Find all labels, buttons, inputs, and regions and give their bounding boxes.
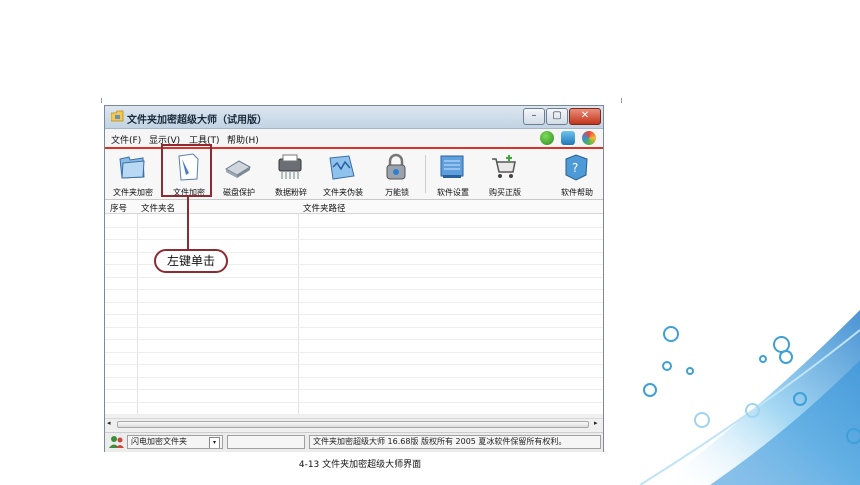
list-row-line xyxy=(105,339,603,340)
menu-file[interactable]: 文件(F) xyxy=(111,133,141,146)
toolbar-label: 文件夹伪装 xyxy=(323,188,363,197)
list-row-line xyxy=(105,326,603,328)
disk-protect-button[interactable]: 磁盘保护 xyxy=(213,149,265,199)
dropdown-value: 闪电加密文件夹 xyxy=(131,437,187,446)
list-row-line xyxy=(105,351,603,353)
software-help-button[interactable]: ? 软件帮助 xyxy=(551,149,603,199)
close-button[interactable]: ✕ xyxy=(569,108,601,125)
users-icon xyxy=(109,436,124,448)
settings-icon xyxy=(440,155,464,178)
menu-help[interactable]: 帮助(H) xyxy=(227,133,259,146)
decorative-bubble xyxy=(745,403,760,418)
phone-icon[interactable] xyxy=(561,131,575,145)
list-row-line xyxy=(105,376,603,378)
colorful-ball-icon[interactable] xyxy=(582,131,596,145)
disk-icon xyxy=(225,160,251,178)
status-bar: 闪电加密文件夹 ▾ 文件夹加密超级大师 16.68版 版权所有 2005 夏冰软… xyxy=(105,432,603,452)
chevron-down-icon[interactable]: ▾ xyxy=(209,437,220,448)
toolbar-label: 购买正版 xyxy=(489,188,521,197)
svg-text:?: ? xyxy=(572,161,578,175)
annotation-connector xyxy=(187,197,189,249)
software-settings-button[interactable]: 软件设置 xyxy=(427,149,479,199)
decorative-bubble xyxy=(686,367,694,375)
buy-genuine-button[interactable]: 购买正版 xyxy=(479,149,531,199)
maximize-button[interactable]: ▢ xyxy=(546,108,568,125)
toolbar-label: 万能锁 xyxy=(385,188,409,197)
list-row-line xyxy=(105,239,603,240)
decorative-bubble xyxy=(694,412,710,428)
decorative-bubble xyxy=(643,383,657,397)
column-header-folder-name[interactable]: 文件夹名 xyxy=(141,202,175,214)
shield-icon[interactable] xyxy=(540,131,554,145)
scroll-left-arrow-icon[interactable]: ◂ xyxy=(107,419,111,427)
encrypt-mode-dropdown[interactable]: 闪电加密文件夹 ▾ xyxy=(127,435,223,449)
folder-disguise-icon xyxy=(329,155,355,180)
list-row-line xyxy=(105,414,603,415)
crop-mark-left xyxy=(101,98,102,103)
decorative-bubble xyxy=(663,326,679,342)
scroll-right-arrow-icon[interactable]: ▸ xyxy=(594,419,598,427)
list-row-line xyxy=(105,389,603,390)
list-row-line xyxy=(105,401,603,403)
column-header-index[interactable]: 序号 xyxy=(110,202,127,214)
help-icon: ? xyxy=(565,154,588,181)
list-row-line xyxy=(105,364,603,365)
folder-icon xyxy=(119,156,145,179)
horizontal-scrollbar[interactable]: ◂ ▸ xyxy=(105,418,603,431)
decorative-bubble xyxy=(846,428,860,444)
toolbar-label: 软件帮助 xyxy=(561,188,593,197)
folder-encrypt-button[interactable]: 文件夹加密 xyxy=(107,149,159,199)
list-row-line xyxy=(105,301,603,303)
title-bar[interactable]: 文件夹加密超级大师（试用版） – ▢ ✕ xyxy=(105,106,603,129)
list-row-line xyxy=(105,226,603,228)
list-row-line xyxy=(105,276,603,278)
annotation-callout: 左键单击 xyxy=(154,249,228,273)
minimize-button[interactable]: – xyxy=(523,108,545,125)
data-shred-button[interactable]: 数据粉碎 xyxy=(265,149,317,199)
toolbar-label: 文件夹加密 xyxy=(113,188,153,197)
scroll-thumb[interactable] xyxy=(117,421,589,428)
list-header: 序号 文件夹名 文件夹路径 xyxy=(105,200,603,214)
decorative-bubble xyxy=(662,361,672,371)
annotation-highlight-box xyxy=(161,144,212,197)
folder-disguise-button[interactable]: 文件夹伪装 xyxy=(317,149,369,199)
cart-icon xyxy=(492,155,516,178)
copyright-text: 文件夹加密超级大师 16.68版 版权所有 2005 夏冰软件保留所有权利。 xyxy=(309,435,601,449)
toolbar-label: 软件设置 xyxy=(437,188,469,197)
universal-lock-button[interactable]: 万能锁 xyxy=(371,149,423,199)
toolbar-label: 数据粉碎 xyxy=(275,188,307,197)
padlock-icon xyxy=(386,153,406,180)
toolbar-label: 磁盘保护 xyxy=(223,188,255,197)
status-empty-field xyxy=(227,435,305,449)
crop-mark-right xyxy=(621,98,622,103)
list-row-line xyxy=(105,289,603,290)
decorative-bubble xyxy=(793,392,807,406)
shredder-icon xyxy=(278,154,302,179)
window-title: 文件夹加密超级大师（试用版） xyxy=(127,115,267,126)
decorative-bubble xyxy=(759,355,767,363)
list-row-line xyxy=(105,314,603,315)
decorative-swoosh xyxy=(639,310,860,485)
decorative-bubble xyxy=(779,350,793,364)
folder-list[interactable]: 序号 文件夹名 文件夹路径 xyxy=(105,200,603,415)
column-header-folder-path[interactable]: 文件夹路径 xyxy=(303,202,346,214)
app-folder-icon xyxy=(111,110,124,122)
